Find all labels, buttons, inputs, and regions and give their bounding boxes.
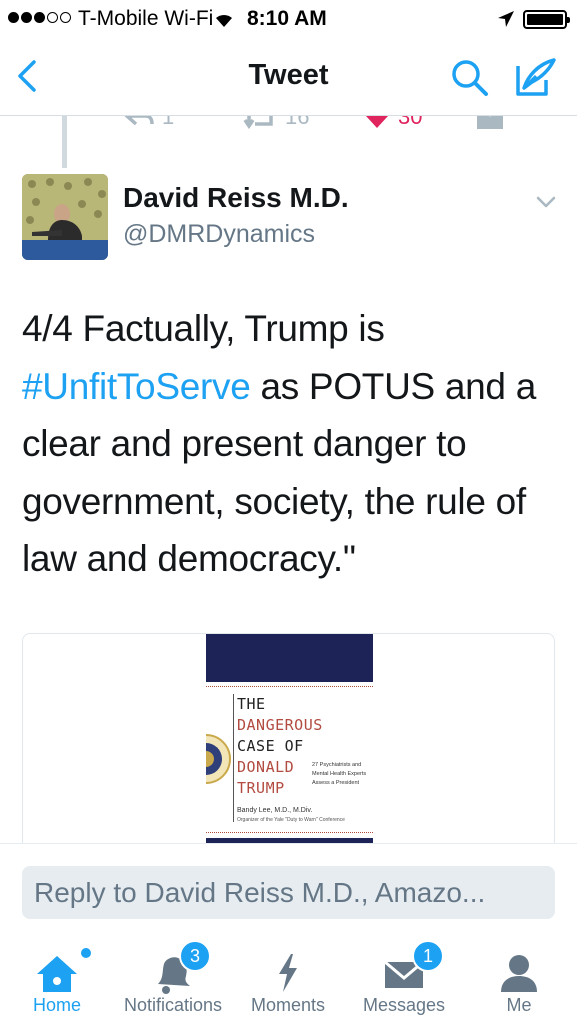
tweet-text-start: 4/4 Factually, Trump is bbox=[22, 308, 385, 349]
carrier-name: T-Mobile Wi-Fi bbox=[78, 7, 214, 30]
location-arrow-icon bbox=[498, 11, 514, 27]
tab-label: Me bbox=[506, 995, 532, 1015]
book-title-line: DONALD bbox=[237, 758, 295, 776]
tab-notifications[interactable]: 3 Notifications bbox=[118, 940, 228, 1024]
book-title-line: CASE OF bbox=[237, 737, 304, 755]
hashtag-link[interactable]: #UnfitToServe bbox=[22, 366, 251, 407]
person-icon bbox=[501, 955, 537, 992]
lightning-icon bbox=[279, 954, 297, 992]
reply-input[interactable] bbox=[22, 866, 555, 919]
tab-label: Moments bbox=[250, 995, 326, 1015]
tab-me[interactable]: Me bbox=[464, 940, 574, 1024]
search-icon[interactable] bbox=[448, 56, 492, 100]
tab-label: Home bbox=[32, 995, 81, 1015]
avatar[interactable] bbox=[22, 174, 108, 260]
new-content-dot bbox=[81, 948, 91, 958]
link-card[interactable]: THE DANGEROUS CASE OF DONALD TRUMP 27 Ps… bbox=[22, 633, 555, 863]
book-title-line: DANGEROUS bbox=[237, 716, 323, 734]
signal-strength-icon bbox=[8, 12, 71, 23]
book-subtitle: 27 Psychiatrists and Mental Health Exper… bbox=[312, 762, 367, 786]
book-title-line: TRUMP bbox=[237, 779, 285, 797]
book-organizer: Organizer of the Yale "Duty to Warn" Con… bbox=[237, 817, 345, 823]
book-cover-image: THE DANGEROUS CASE OF DONALD TRUMP 27 Ps… bbox=[206, 634, 373, 862]
tab-bar: Home 3 Notifications Moments 1 Messages … bbox=[0, 940, 577, 1024]
status-time: 8:10 AM bbox=[247, 7, 327, 30]
status-bar: T-Mobile Wi-Fi 8:10 AM bbox=[0, 0, 577, 38]
tab-home[interactable]: Home bbox=[2, 940, 112, 1024]
presidential-seal-icon bbox=[206, 734, 231, 784]
tab-messages[interactable]: 1 Messages bbox=[349, 940, 459, 1024]
reply-bar bbox=[0, 843, 577, 940]
author-handle[interactable]: @DMRDynamics bbox=[123, 220, 315, 249]
home-icon bbox=[37, 956, 77, 992]
book-author: Bandy Lee, M.D., M.Div. bbox=[237, 807, 313, 814]
notification-badge: 3 bbox=[179, 940, 211, 972]
wifi-icon bbox=[216, 14, 232, 27]
tab-moments[interactable]: Moments bbox=[233, 940, 343, 1024]
book-title-line: THE bbox=[237, 695, 266, 713]
chevron-left-icon[interactable] bbox=[8, 56, 48, 96]
compose-icon[interactable] bbox=[510, 54, 560, 100]
nav-bar: Tweet bbox=[0, 38, 577, 116]
battery-icon bbox=[523, 10, 570, 29]
message-badge: 1 bbox=[412, 940, 444, 972]
tweet-text: 4/4 Factually, Trump is #UnfitToServe as… bbox=[22, 300, 557, 588]
tab-label: Messages bbox=[362, 995, 446, 1015]
tab-label: Notifications bbox=[123, 995, 223, 1015]
chevron-down-icon[interactable] bbox=[534, 190, 558, 214]
author-name[interactable]: David Reiss M.D. bbox=[123, 182, 349, 214]
